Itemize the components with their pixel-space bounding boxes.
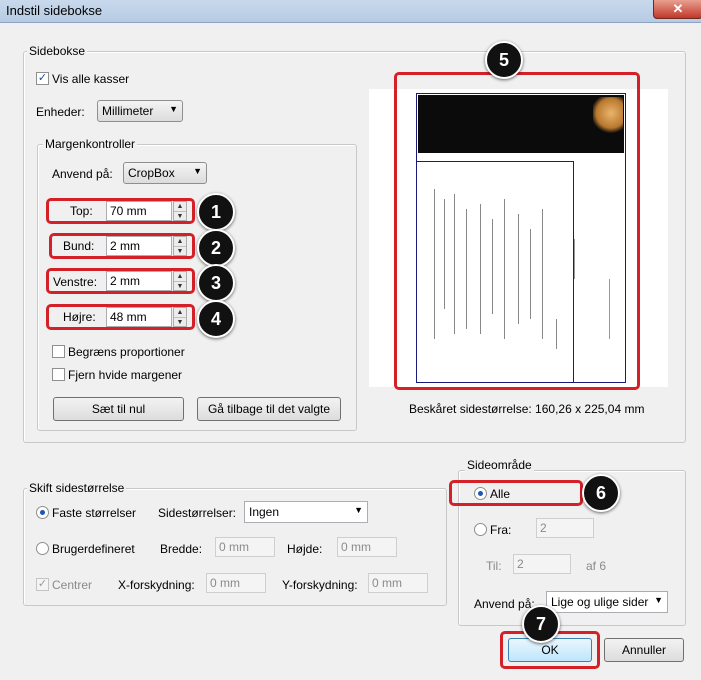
callout-badge-1: 1: [197, 193, 235, 231]
top-margin-field[interactable]: 70 mm: [106, 201, 172, 221]
close-icon: ✕: [672, 1, 684, 16]
right-margin-spinner[interactable]: ▲ ▼: [173, 307, 187, 327]
chevron-down-icon: ▼: [193, 166, 202, 176]
chevron-down-icon: ▼: [654, 595, 663, 605]
remove-white-margins-checkbox[interactable]: [52, 368, 65, 381]
callout-highlight-preview: [394, 72, 640, 390]
units-select[interactable]: Millimeter ▼: [97, 100, 183, 122]
y-offset-label: Y-forskydning:: [282, 578, 358, 592]
width-field[interactable]: 0 mm: [215, 537, 275, 557]
from-field[interactable]: 2: [536, 518, 594, 538]
revert-to-selected-button[interactable]: Gå tilbage til det valgte: [197, 397, 341, 421]
show-all-checkbox[interactable]: ✓: [36, 72, 49, 85]
callout-badge-4: 4: [197, 300, 235, 338]
title-bar: Indstil sidebokse ✕: [0, 0, 701, 23]
fixed-sizes-label: Faste størrelser: [52, 506, 137, 520]
range-apply-select[interactable]: Lige og ulige sider ▼: [546, 591, 668, 613]
callout-badge-2: 2: [197, 229, 235, 267]
height-label: Højde:: [287, 542, 323, 556]
page-sizes-label: Sidestørrelser:: [158, 506, 237, 520]
x-offset-field[interactable]: 0 mm: [206, 573, 266, 593]
of-pages-text: af 6: [586, 559, 607, 573]
top-margin-spinner[interactable]: ▲ ▼: [173, 201, 187, 221]
page-sizes-select[interactable]: Ingen ▼: [244, 501, 368, 523]
to-field[interactable]: 2: [513, 554, 571, 574]
callout-badge-6: 6: [582, 474, 620, 512]
range-apply-label: Anvend på:: [474, 597, 535, 611]
apply-to-label: Anvend på:: [52, 167, 113, 181]
bottom-margin-spinner[interactable]: ▲ ▼: [173, 236, 187, 256]
remove-white-margins-label: Fjern hvide margener: [68, 368, 183, 382]
width-label: Bredde:: [160, 542, 203, 556]
bottom-label: Bund:: [63, 239, 95, 253]
chevron-down-icon: ▼: [354, 505, 363, 515]
window-title: Indstil sidebokse: [6, 3, 103, 18]
constrain-proportions-label: Begræns proportioner: [68, 345, 185, 359]
fixed-sizes-radio[interactable]: [36, 506, 49, 519]
margin-controls-label: Margenkontroller: [43, 137, 138, 151]
apply-to-select[interactable]: CropBox ▼: [123, 162, 207, 184]
reset-to-zero-button[interactable]: Sæt til nul: [53, 397, 184, 421]
left-label: Venstre:: [53, 275, 98, 289]
ok-button[interactable]: OK: [508, 638, 592, 662]
from-radio[interactable]: [474, 523, 487, 536]
left-margin-spinner[interactable]: ▲ ▼: [173, 271, 187, 291]
center-label: Centrer: [52, 578, 93, 592]
show-all-label: Vis alle kasser: [52, 72, 130, 86]
chevron-down-icon: ▼: [169, 104, 178, 114]
from-label: Fra:: [490, 523, 512, 537]
cropped-size-text: Beskåret sidestørrelse: 160,26 x 225,04 …: [409, 402, 645, 416]
y-offset-field[interactable]: 0 mm: [368, 573, 428, 593]
cancel-button[interactable]: Annuller: [604, 638, 684, 662]
custom-size-radio[interactable]: [36, 542, 49, 555]
center-checkbox[interactable]: ✓: [36, 578, 49, 591]
constrain-proportions-checkbox[interactable]: [52, 345, 65, 358]
left-margin-field[interactable]: 2 mm: [106, 271, 172, 291]
x-offset-label: X-forskydning:: [118, 578, 195, 592]
custom-size-label: Brugerdefineret: [52, 542, 135, 556]
to-label: Til:: [486, 559, 502, 573]
right-label: Højre:: [63, 310, 96, 324]
all-pages-radio[interactable]: [474, 487, 487, 500]
callout-badge-3: 3: [197, 264, 235, 302]
units-label: Enheder:: [36, 105, 85, 119]
close-button[interactable]: ✕: [653, 0, 701, 19]
top-label: Top:: [70, 204, 93, 218]
bottom-margin-field[interactable]: 2 mm: [106, 236, 172, 256]
page-range-group-label: Sideområde: [465, 458, 534, 472]
callout-badge-7: 7: [522, 605, 560, 643]
sidebokse-group-label: Sidebokse: [27, 44, 88, 58]
callout-badge-5: 5: [485, 41, 523, 79]
callout-highlight-all: [449, 480, 583, 506]
page-size-group-label: Skift sidestørrelse: [27, 481, 127, 495]
right-margin-field[interactable]: 48 mm: [106, 307, 172, 327]
height-field[interactable]: 0 mm: [337, 537, 397, 557]
all-pages-label: Alle: [490, 487, 511, 501]
